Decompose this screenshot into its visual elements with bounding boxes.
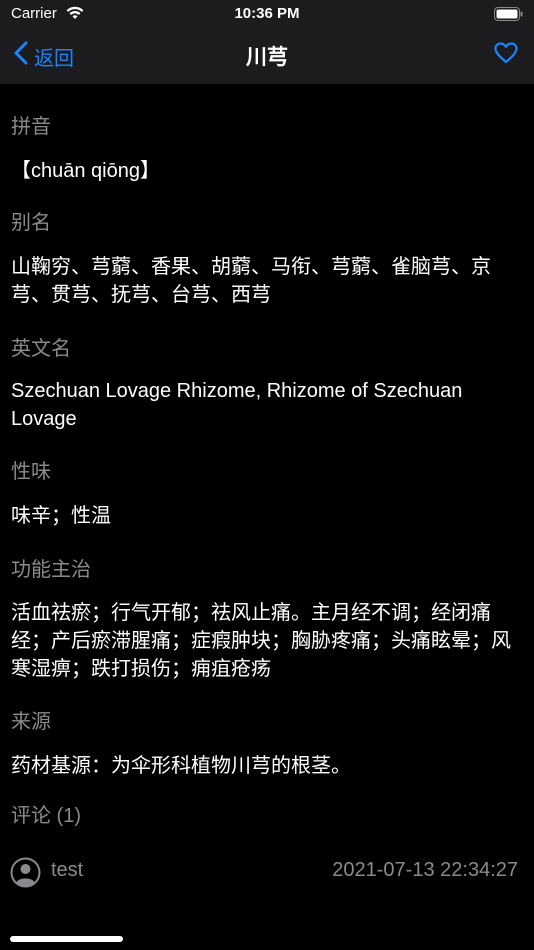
section-title: 别名 bbox=[11, 212, 51, 234]
section-body: 山鞠穷、芎藭、香果、胡藭、马衔、芎藭、雀脑芎、京芎、贯芎、抚芎、台芎、西芎 bbox=[11, 256, 491, 306]
page-title: 川芎 bbox=[246, 46, 288, 69]
section-body: 味辛；性温 bbox=[11, 505, 111, 527]
navigation-bar: 返回 川芎 bbox=[0, 30, 534, 84]
battery-icon bbox=[494, 7, 524, 26]
user-avatar-icon bbox=[10, 857, 41, 893]
section-body: 活血祛瘀；行气开郁；祛风止痛。主月经不调；经闭痛经；产后瘀滞腥痛；症瘕肿块；胸胁… bbox=[11, 602, 511, 680]
section-title: 拼音 bbox=[11, 116, 51, 138]
comments-header: 评论 (1) bbox=[11, 805, 81, 827]
section-title: 英文名 bbox=[11, 338, 71, 360]
comment-timestamp: 2021-07-13 22:34:27 bbox=[332, 859, 518, 881]
favorite-button[interactable] bbox=[494, 42, 518, 69]
status-bar: Carrier 10:36 PM bbox=[0, 0, 534, 30]
comment-username: test bbox=[51, 859, 84, 881]
section-title: 来源 bbox=[11, 711, 51, 733]
heart-icon bbox=[494, 42, 518, 68]
comment-item[interactable]: test 2021-07-13 22:34:27 bbox=[10, 855, 518, 889]
section-title: 功能主治 bbox=[11, 559, 91, 581]
section-body: 【chuān qiōng】 bbox=[11, 160, 160, 182]
back-button[interactable]: 返回 bbox=[14, 40, 74, 72]
section-body: 药材基源：为伞形科植物川芎的根茎。 bbox=[11, 755, 351, 777]
section-title: 性味 bbox=[11, 461, 51, 483]
home-indicator bbox=[10, 936, 123, 942]
status-time: 10:36 PM bbox=[234, 5, 300, 22]
back-button-label: 返回 bbox=[34, 47, 74, 70]
section-body: Szechuan Lovage Rhizome, Rhizome of Szec… bbox=[11, 380, 463, 430]
chevron-left-icon bbox=[14, 41, 34, 71]
